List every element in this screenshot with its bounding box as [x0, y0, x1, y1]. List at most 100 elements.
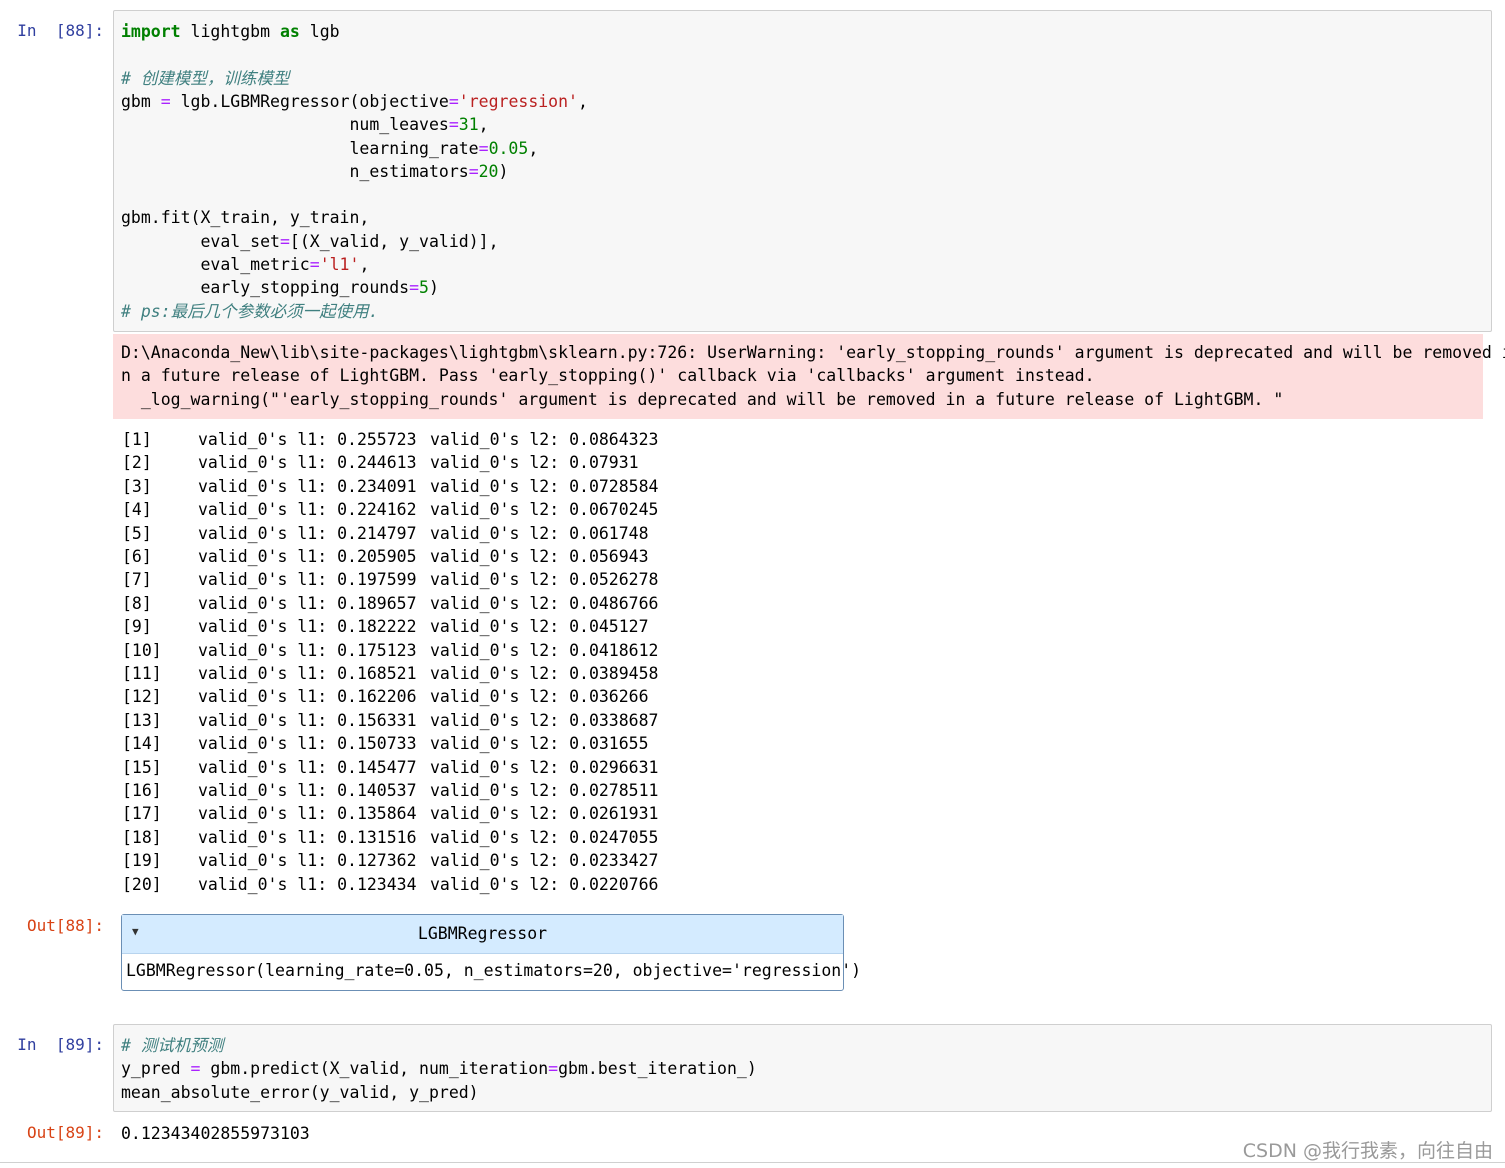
training-log-field: valid_0's l1: 0.123434	[198, 874, 417, 894]
training-log-field: valid_0's l1: 0.135864	[198, 804, 417, 824]
code-token: ,	[359, 255, 370, 274]
code-token: =	[448, 115, 459, 135]
code-token: gbm	[121, 91, 161, 111]
stderr-warning-output: D:\Anaconda_New\lib\site-packages\lightg…	[113, 334, 1505, 419]
code-token: gbm.best_iteration_)	[558, 1059, 757, 1079]
code-token: # ps:最后几个参数必须一起使用.	[121, 301, 379, 321]
training-log-field: valid_0's l2: 0.056943	[430, 547, 649, 566]
code-token: # 创建模型，训练模型	[121, 68, 290, 88]
code-token: 20	[478, 161, 499, 181]
csdn-watermark: CSDN @我行我素，向往自由	[1242, 1140, 1493, 1162]
code-token: num_leaves	[121, 115, 449, 135]
training-log-field: valid_0's l2: 0.0278511	[430, 781, 659, 800]
input-prompt-88: In [88]:	[17, 21, 104, 40]
training-log-field: [12]	[122, 687, 162, 707]
training-log-field: valid_0's l1: 0.127362	[198, 851, 417, 871]
training-log-field: [4]	[122, 500, 152, 520]
training-log-field: [18]	[122, 827, 162, 847]
code-token: 5	[419, 278, 429, 298]
training-log-field: valid_0's l1: 0.168521	[198, 664, 417, 683]
estimator-widget-header[interactable]: ▼ LGBMRegressor	[122, 915, 843, 954]
training-log-field: [1]	[122, 430, 152, 449]
training-log-field: valid_0's l2: 0.0526278	[430, 570, 659, 590]
training-log-field: valid_0's l1: 0.175123	[198, 640, 417, 660]
training-log-field: [20]	[122, 874, 162, 894]
training-log-field: [15]	[122, 757, 162, 777]
training-log-field: valid_0's l1: 0.150733	[198, 734, 417, 754]
training-log-field: [9]	[122, 617, 152, 637]
training-log-field: [8]	[122, 593, 152, 613]
code-cell-89[interactable]: # 测试机预测 y_pred = gbm.predict(X_valid, num…	[113, 1024, 1492, 1112]
code-line: early_stopping_rounds=5)	[121, 276, 439, 299]
output-prompt-89: Out[89]:	[26, 1123, 104, 1142]
training-log-field: valid_0's l1: 0.156331	[198, 710, 417, 730]
code-token: 'regression'	[458, 91, 578, 111]
code-token: =	[409, 278, 420, 298]
training-log-field: [19]	[122, 851, 162, 871]
code-token: =	[448, 91, 459, 111]
code-cell-88[interactable]: import lightgbm as lgb # 创建模型，训练模型 gbm = l…	[113, 10, 1492, 332]
code-token: # 测试机预测	[121, 1036, 224, 1055]
training-log-field: valid_0's l1: 0.145477	[198, 757, 417, 777]
code-token: 0.05	[488, 138, 529, 158]
code-line: n_estimators=20)	[121, 160, 508, 183]
estimator-widget-title: LGBMRegressor	[417, 924, 548, 943]
training-log-field: [13]	[122, 710, 162, 730]
training-log-field: [11]	[122, 664, 162, 683]
training-log-field: [16]	[122, 781, 162, 800]
stderr-line: n a future release of LightGBM. Pass 'ea…	[121, 366, 1095, 386]
code-line: # 测试机预测	[121, 1034, 223, 1057]
training-log-field: valid_0's l1: 0.214797	[198, 523, 417, 543]
training-log-field: valid_0's l2: 0.031655	[430, 734, 649, 754]
training-log-field: [6]	[122, 547, 152, 566]
code-token: =	[478, 138, 489, 158]
code-line: # 创建模型，训练模型	[121, 67, 289, 90]
code-line: y_pred = gbm.predict(X_valid, num_iterat…	[121, 1057, 757, 1080]
code-line: gbm = lgb.LGBMRegressor(objective='regre…	[121, 90, 588, 113]
code-token: n_estimators	[121, 161, 469, 181]
training-log-field: valid_0's l2: 0.0233427	[430, 851, 659, 871]
code-token: [(X_valid, y_valid)],	[289, 231, 499, 251]
code-token: lgb	[309, 22, 340, 41]
training-log-field: valid_0's l2: 0.0670245	[430, 500, 659, 520]
training-log-field: valid_0's l1: 0.244613	[198, 453, 417, 473]
code-line: num_leaves=31,	[121, 113, 488, 136]
training-log-field: [10]	[122, 640, 162, 660]
training-log-field: valid_0's l1: 0.197599	[198, 570, 417, 590]
training-log-field: [5]	[122, 523, 152, 543]
execute-result-89: 0.12343402855973103	[121, 1124, 310, 1143]
code-token: eval_metric	[121, 255, 310, 274]
code-line: gbm.fit(X_train, y_train,	[121, 206, 369, 229]
code-token: )	[498, 161, 509, 181]
code-token: learning_rate	[121, 138, 479, 158]
stderr-line: D:\Anaconda_New\lib\site-packages\lightg…	[121, 343, 1505, 362]
code-line: # ps:最后几个参数必须一起使用.	[121, 300, 379, 323]
training-log-field: [3]	[122, 476, 152, 496]
training-log-field: valid_0's l1: 0.234091	[198, 476, 417, 496]
output-prompt-88: Out[88]:	[26, 916, 104, 935]
code-line: mean_absolute_error(y_valid, y_pred)	[121, 1081, 479, 1104]
code-token: lightgbm	[190, 22, 271, 41]
training-log-field: valid_0's l2: 0.0220766	[430, 874, 659, 894]
page-bottom-divider	[0, 1162, 1505, 1163]
estimator-widget: ▼ LGBMRegressor LGBMRegressor(learning_r…	[121, 914, 861, 991]
code-line: eval_metric='l1',	[121, 253, 369, 276]
code-token: as	[279, 22, 300, 41]
input-prompt-89: In [89]:	[17, 1035, 104, 1054]
code-token: ,	[528, 138, 539, 158]
training-log-field: valid_0's l1: 0.205905	[198, 547, 417, 566]
code-token: =	[468, 161, 479, 181]
stderr-line: _log_warning("'early_stopping_rounds' ar…	[121, 389, 1284, 409]
training-log-field: [17]	[122, 804, 162, 824]
training-log-field: valid_0's l2: 0.0389458	[430, 664, 659, 683]
training-log-field: valid_0's l1: 0.140537	[198, 781, 417, 800]
code-token: early_stopping_rounds	[121, 278, 410, 298]
training-log-field: valid_0's l2: 0.07931	[430, 453, 639, 473]
training-log-field: [7]	[122, 570, 152, 590]
training-log-field: valid_0's l1: 0.255723	[198, 430, 417, 449]
code-token: )	[428, 278, 439, 298]
training-log-field: valid_0's l2: 0.0261931	[430, 804, 659, 824]
code-token: 31	[458, 115, 479, 135]
training-log-field: valid_0's l2: 0.0486766	[430, 593, 659, 613]
training-log-field: valid_0's l2: 0.0296631	[430, 757, 659, 777]
